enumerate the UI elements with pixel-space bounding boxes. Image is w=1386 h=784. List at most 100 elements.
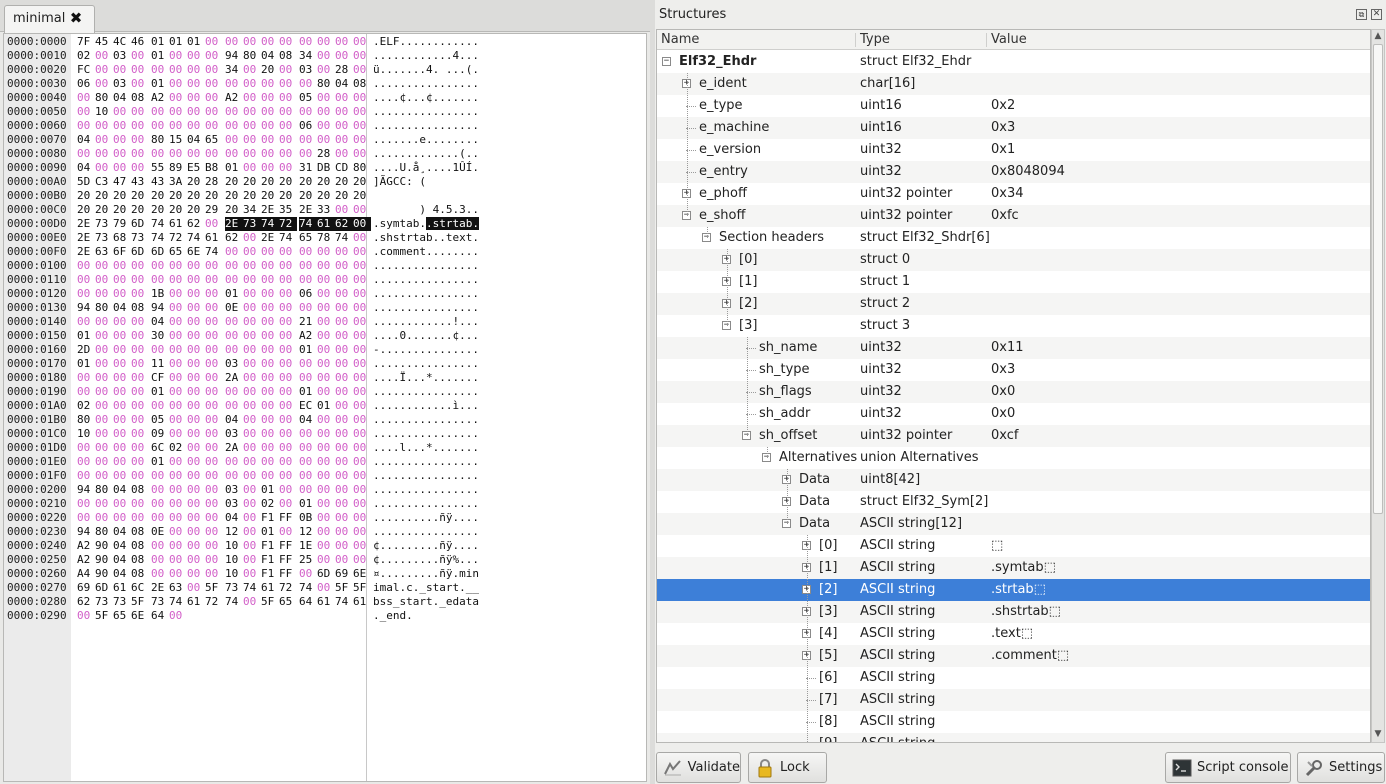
- hex-byte[interactable]: 00: [335, 133, 353, 147]
- hex-row[interactable]: 0000:0240 A2 90 04 08 00 00 00 00 10 00 F1 FF 1E 00 00 0…: [4, 539, 646, 553]
- column-header-name[interactable]: Name: [661, 32, 699, 47]
- hex-byte[interactable]: 00: [187, 147, 205, 161]
- hex-row[interactable]: 0000:00B0 20 20 20 20 20 20 20 20 20 20 20 20 20 20 20 2…: [4, 189, 646, 203]
- hex-byte[interactable]: 00: [187, 567, 205, 581]
- hex-byte[interactable]: CD: [335, 161, 353, 175]
- ascii-text[interactable]: ................: [373, 259, 479, 273]
- hex-byte[interactable]: 30: [151, 329, 169, 343]
- hex-byte[interactable]: 80: [95, 91, 113, 105]
- ascii-text[interactable]: ....0.......¢...: [373, 329, 479, 343]
- hex-byte[interactable]: 00: [169, 525, 187, 539]
- hex-byte[interactable]: 09: [151, 427, 169, 441]
- hex-byte[interactable]: 00: [317, 301, 335, 315]
- hex-byte[interactable]: 72: [169, 231, 187, 245]
- hex-byte[interactable]: 03: [225, 357, 243, 371]
- hex-byte[interactable]: 00: [205, 553, 223, 567]
- hex-byte[interactable]: 73: [131, 231, 149, 245]
- hex-byte[interactable]: 00: [335, 301, 353, 315]
- hex-byte[interactable]: 00: [205, 217, 223, 231]
- hex-byte[interactable]: 00: [261, 133, 279, 147]
- hex-byte[interactable]: 47: [113, 175, 131, 189]
- hex-byte[interactable]: 00: [335, 119, 353, 133]
- hex-byte[interactable]: 5F: [335, 581, 353, 595]
- hex-byte[interactable]: 00: [169, 469, 187, 483]
- hex-byte[interactable]: 00: [169, 91, 187, 105]
- hex-byte[interactable]: 00: [205, 119, 223, 133]
- hex-row[interactable]: 0000:00F0 2E 63 6F 6D 6D 65 6E 74 00 00 00 00 00 00 00 0…: [4, 245, 646, 259]
- hex-byte[interactable]: 00: [113, 133, 131, 147]
- hex-byte[interactable]: 00: [151, 259, 169, 273]
- hex-byte[interactable]: 00: [317, 105, 335, 119]
- hex-byte[interactable]: 74: [151, 217, 169, 231]
- hex-byte[interactable]: A2: [77, 553, 95, 567]
- hex-row[interactable]: 0000:0200 94 80 04 08 00 00 00 00 03 00 01 00 00 00 00 0…: [4, 483, 646, 497]
- hex-byte[interactable]: 00: [187, 483, 205, 497]
- column-header-value[interactable]: Value: [991, 32, 1027, 47]
- hex-byte[interactable]: 20: [131, 189, 149, 203]
- ascii-text[interactable]: .symtab..strtab.: [373, 217, 479, 231]
- hex-byte[interactable]: 00: [353, 245, 371, 259]
- hex-byte[interactable]: 04: [261, 49, 279, 63]
- hex-byte[interactable]: 00: [205, 511, 223, 525]
- hex-byte[interactable]: 00: [205, 259, 223, 273]
- hex-byte[interactable]: 4C: [113, 35, 131, 49]
- hex-row[interactable]: 0000:0110 00 00 00 00 00 00 00 00 00 00 00 00 00 00 00 0…: [4, 273, 646, 287]
- hex-byte[interactable]: 12: [225, 525, 243, 539]
- hex-byte[interactable]: 73: [151, 595, 169, 609]
- hex-byte[interactable]: 00: [205, 329, 223, 343]
- hex-byte[interactable]: 01: [77, 329, 95, 343]
- hex-byte[interactable]: 00: [261, 287, 279, 301]
- hex-byte[interactable]: 11: [151, 357, 169, 371]
- hex-byte[interactable]: 04: [113, 539, 131, 553]
- tree-row[interactable]: − sh_offset uint32 pointer 0xcf: [657, 425, 1370, 447]
- hex-byte[interactable]: 00: [77, 497, 95, 511]
- hex-row[interactable]: 0000:0130 94 80 04 08 94 00 00 00 0E 00 00 00 00 00 00 0…: [4, 301, 646, 315]
- hex-byte[interactable]: 00: [205, 287, 223, 301]
- hex-byte[interactable]: 00: [169, 385, 187, 399]
- hex-byte[interactable]: 00: [243, 469, 261, 483]
- hex-row[interactable]: 0000:01C0 10 00 00 00 09 00 00 00 03 00 00 00 00 00 00 0…: [4, 427, 646, 441]
- hex-byte[interactable]: 00: [205, 77, 223, 91]
- hex-byte[interactable]: 00: [131, 497, 149, 511]
- hex-byte[interactable]: 73: [225, 581, 243, 595]
- hex-row[interactable]: 0000:0230 94 80 04 08 0E 00 00 00 12 00 01 00 12 00 00 0…: [4, 525, 646, 539]
- hex-byte[interactable]: 15: [169, 133, 187, 147]
- hex-byte[interactable]: 94: [151, 301, 169, 315]
- hex-byte[interactable]: 00: [317, 455, 335, 469]
- hex-byte[interactable]: 00: [187, 301, 205, 315]
- hex-byte[interactable]: 5F: [95, 609, 113, 623]
- hex-byte[interactable]: 00: [299, 455, 317, 469]
- hex-byte[interactable]: 00: [95, 385, 113, 399]
- hex-byte[interactable]: 06: [77, 77, 95, 91]
- hex-byte[interactable]: 00: [279, 105, 297, 119]
- hex-byte[interactable]: 00: [187, 329, 205, 343]
- hex-byte[interactable]: 00: [77, 315, 95, 329]
- hex-byte[interactable]: 00: [205, 441, 223, 455]
- ascii-text[interactable]: ............!...: [373, 315, 479, 329]
- hex-byte[interactable]: 90: [95, 567, 113, 581]
- hex-byte[interactable]: 00: [279, 77, 297, 91]
- hex-byte[interactable]: 00: [95, 441, 113, 455]
- tree-row[interactable]: e_machine uint16 0x3: [657, 117, 1370, 139]
- hex-byte[interactable]: 00: [187, 553, 205, 567]
- hex-byte[interactable]: 63: [169, 581, 187, 595]
- tree-value[interactable]: .shstrtab⬚: [991, 601, 1061, 623]
- hex-byte[interactable]: 20: [261, 175, 279, 189]
- hex-byte[interactable]: 00: [131, 469, 149, 483]
- hex-byte[interactable]: 08: [353, 77, 371, 91]
- validate-button[interactable]: Validate: [656, 752, 741, 783]
- hex-byte[interactable]: 00: [243, 329, 261, 343]
- hex-byte[interactable]: 33: [317, 203, 335, 217]
- hex-byte[interactable]: 00: [113, 385, 131, 399]
- hex-byte[interactable]: 79: [113, 217, 131, 231]
- hex-byte[interactable]: 31: [299, 161, 317, 175]
- hex-byte[interactable]: 08: [131, 483, 149, 497]
- hex-byte[interactable]: 00: [131, 77, 149, 91]
- hex-byte[interactable]: 00: [169, 427, 187, 441]
- hex-byte[interactable]: 46: [131, 35, 149, 49]
- hex-byte[interactable]: 20: [131, 203, 149, 217]
- hex-byte[interactable]: 00: [187, 469, 205, 483]
- hex-byte[interactable]: 74: [187, 231, 205, 245]
- hex-byte[interactable]: 00: [187, 455, 205, 469]
- hex-byte[interactable]: 69: [335, 567, 353, 581]
